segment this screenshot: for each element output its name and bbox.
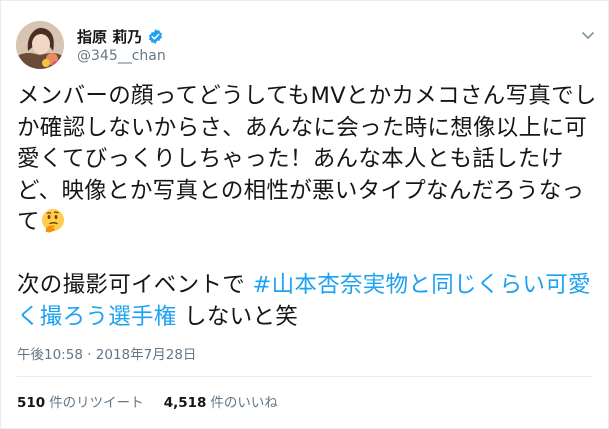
- tweet-line2-prefix: 次の撮影可イベントで: [17, 272, 253, 298]
- tweet-card: 指原 莉乃 @345__chan メンバーの顔ってどうしてもMVとかカメコさん写…: [0, 0, 609, 429]
- avatar-image: [16, 21, 64, 69]
- likes-count: 4,518: [163, 395, 207, 411]
- retweets-count: 510: [17, 395, 46, 411]
- author-handle[interactable]: @345__chan: [77, 48, 166, 64]
- tweet-line2-suffix: しないと笑: [176, 303, 299, 330]
- avatar[interactable]: [16, 21, 64, 69]
- thinking-face-icon: [41, 209, 64, 233]
- divider: [17, 376, 592, 377]
- retweets-stat[interactable]: 510 件のリツイート: [17, 391, 144, 411]
- tweet-body-text: メンバーの顔ってどうしてもMVとかカメコさん写真でしか確認しないからさ、あんなに…: [17, 83, 597, 235]
- likes-stat[interactable]: 4,518 件のいいね: [164, 391, 278, 411]
- likes-label: 件のいいね: [210, 395, 278, 411]
- verified-badge-icon: [149, 29, 163, 44]
- display-name-text: 指原 莉乃: [77, 28, 143, 46]
- tweet-text: メンバーの顔ってどうしてもMVとかカメコさん写真でしか確認しないからさ、あんなに…: [17, 81, 602, 333]
- engagement-stats: 510 件のリツイート 4,518 件のいいね: [17, 391, 278, 411]
- retweets-label: 件のリツイート: [49, 395, 144, 411]
- chevron-down-icon[interactable]: [580, 27, 596, 43]
- author-display-name[interactable]: 指原 莉乃: [77, 26, 164, 47]
- tweet-timestamp[interactable]: 午後10:58 · 2018年7月28日: [17, 343, 196, 363]
